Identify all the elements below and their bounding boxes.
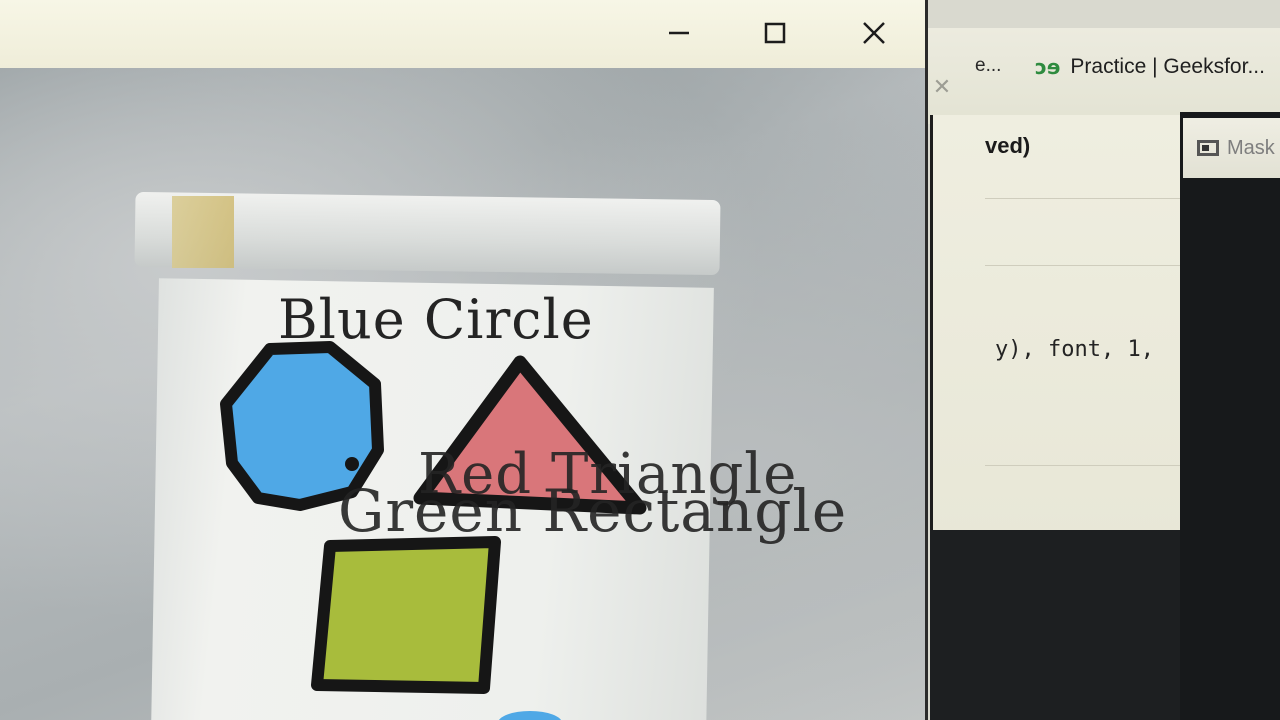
- code-fragment: y), font, 1,: [995, 337, 1154, 362]
- divider: [985, 465, 1185, 466]
- image-window: Blue Circle Red Triangle Green Rectangle: [0, 0, 928, 720]
- mask-window-tab[interactable]: Mask: [1183, 118, 1280, 178]
- mask-window-title: Mask: [1227, 136, 1275, 159]
- detected-shapes: [220, 341, 647, 720]
- partial-shape: [499, 711, 561, 720]
- background-editor-panel: [930, 115, 1188, 540]
- background-tab-title: Practice | Geeksfor...: [1070, 55, 1265, 78]
- close-icon: [863, 21, 885, 44]
- circle-center-dot: [345, 457, 359, 471]
- background-tab-geeksforgeeks[interactable]: ɔɘ Practice | Geeksfor...: [1035, 55, 1265, 79]
- background-dark-area: [930, 530, 1185, 720]
- minimize-button[interactable]: [654, 10, 704, 55]
- divider: [985, 265, 1185, 266]
- divider: [985, 198, 1185, 199]
- maximize-icon: [764, 22, 786, 43]
- label-blue-circle: Blue Circle: [278, 288, 594, 351]
- background-tab-partial[interactable]: e...: [975, 55, 1001, 77]
- minimize-icon: [669, 31, 689, 34]
- green-rectangle-shape: [311, 536, 501, 694]
- image-canvas: Blue Circle Red Triangle Green Rectangle: [0, 68, 925, 720]
- geeksforgeeks-icon: ɔɘ: [1035, 55, 1061, 79]
- label-green-rectangle: Green Rectangle: [338, 477, 848, 545]
- editor-title-fragment: ved): [985, 133, 1031, 158]
- close-icon[interactable]: ✕: [927, 72, 957, 102]
- maximize-button[interactable]: [750, 10, 800, 55]
- background-right-window: [1180, 112, 1280, 720]
- close-button[interactable]: [849, 10, 899, 55]
- window-icon: [1197, 140, 1219, 156]
- window-titlebar[interactable]: [0, 0, 925, 69]
